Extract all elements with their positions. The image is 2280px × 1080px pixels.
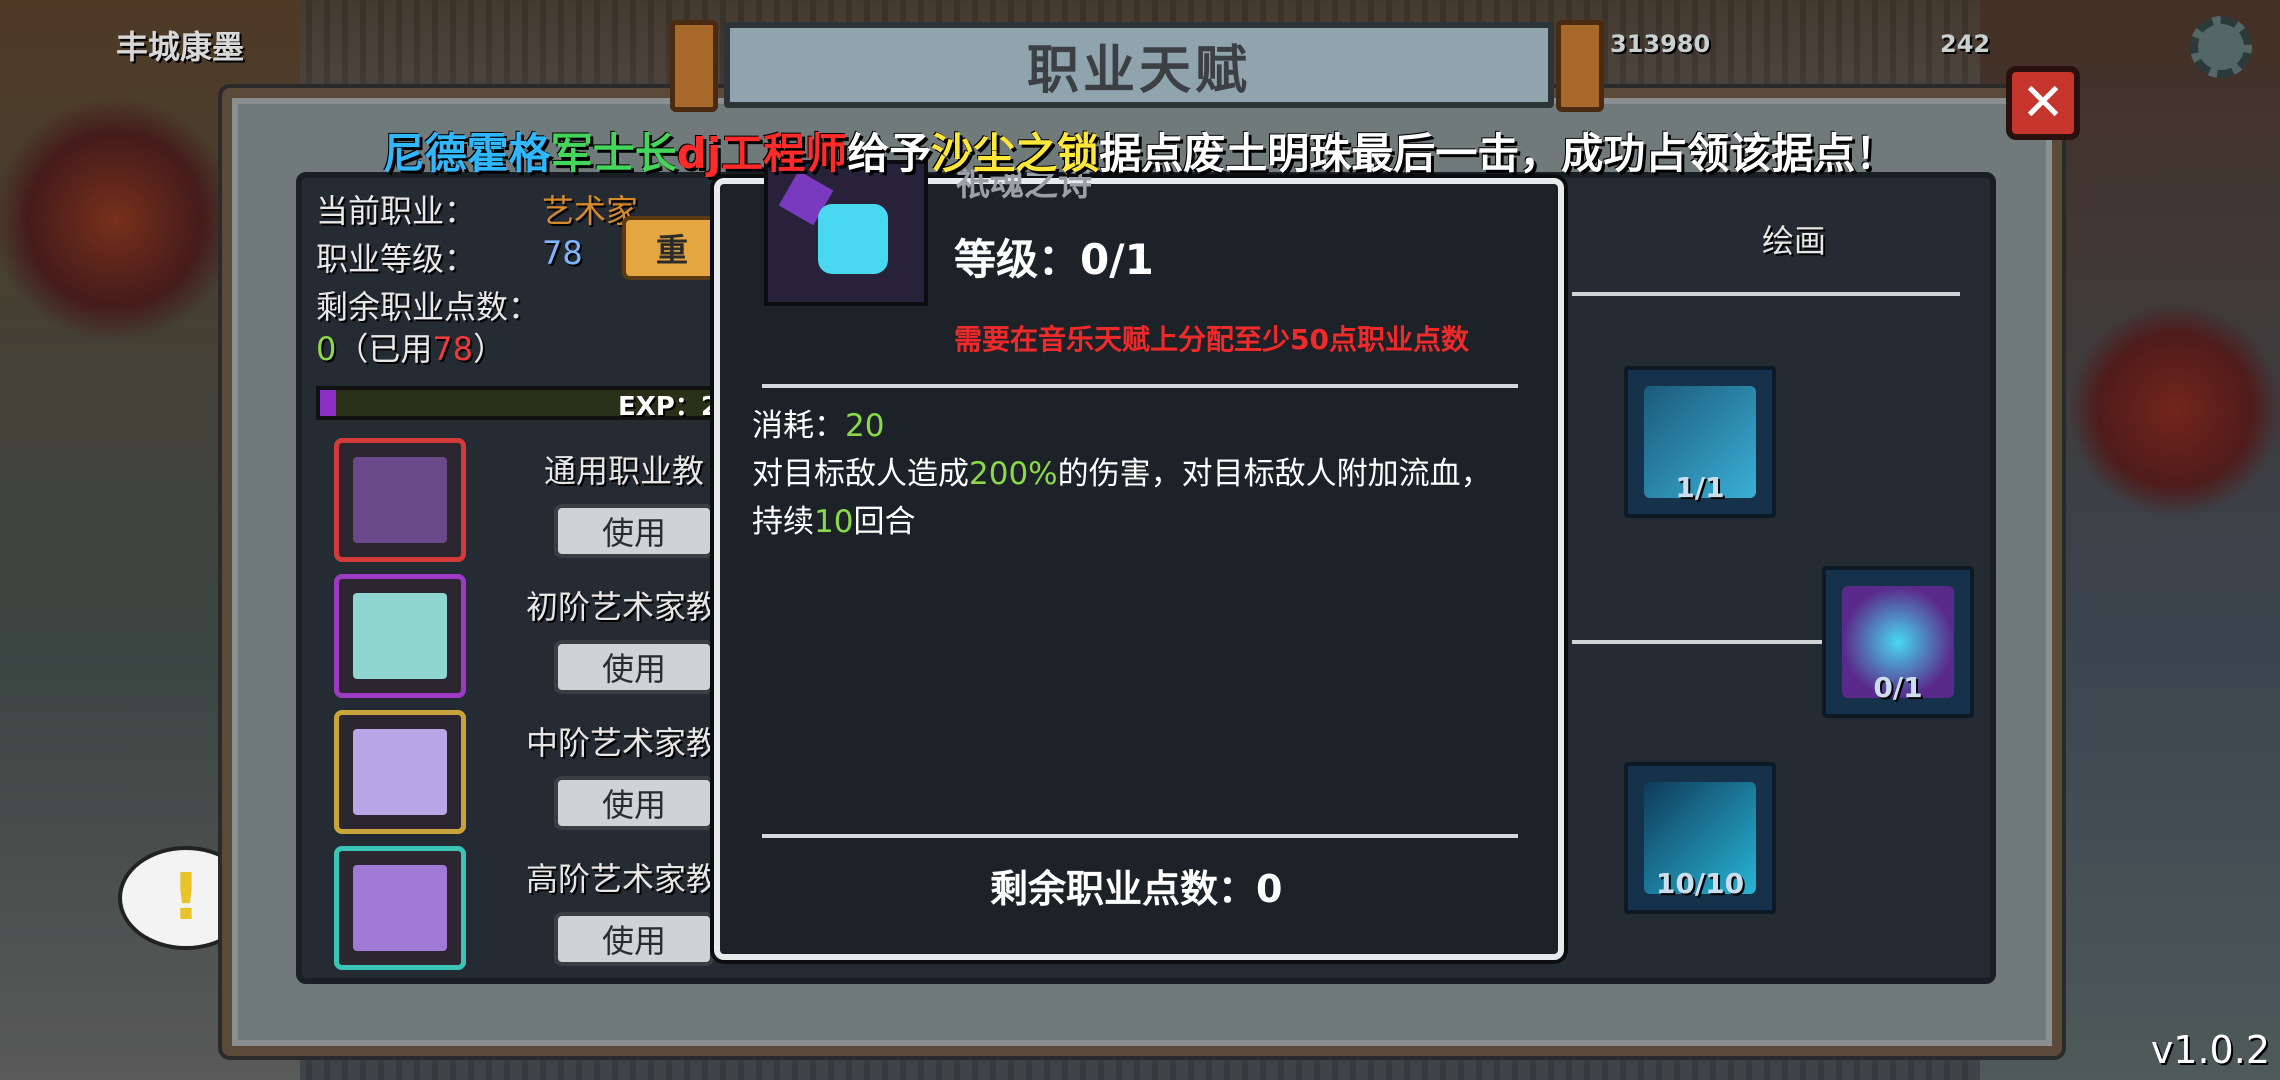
connector-line xyxy=(1572,640,1822,644)
exp-label: EXP：2 xyxy=(618,392,719,422)
item-slot[interactable] xyxy=(334,710,466,834)
broadcast-message: 尼德霍格军士长dj工程师给予沙尘之锁据点废土明珠最后一击，成功占领该据点！ xyxy=(0,120,2280,181)
desc-text: 持续 xyxy=(752,504,814,540)
item-name: 初阶艺术家教 xyxy=(526,588,719,626)
popup-divider-bottom xyxy=(762,834,1518,838)
top-left-label: 丰城康墨 xyxy=(116,28,245,66)
popup-remaining-points: 剩余职业点数：0 xyxy=(990,867,1283,911)
talent-skill-tile[interactable]: 1/1 xyxy=(1624,366,1776,518)
used-points-line: 0（已用78） xyxy=(316,324,505,370)
talent-column-title: 绘画 xyxy=(1762,222,1827,260)
desc-text: 对目标敌人造成 xyxy=(752,456,969,492)
remaining-points-value: 0 xyxy=(316,330,337,368)
skill-description: 对目标敌人造成200%的伤害，对目标敌人附加流血， 持续10回合 xyxy=(752,450,1542,546)
used-prefix: （已用 xyxy=(336,330,433,368)
book-icon xyxy=(353,593,447,679)
desc-turns: 10 xyxy=(814,504,854,540)
remaining-points-label: 剩余职业点数： xyxy=(316,288,541,326)
item-slot[interactable] xyxy=(334,574,466,698)
talent-level-caption: 10/10 xyxy=(1655,867,1745,900)
cost-label: 消耗： xyxy=(752,408,845,444)
item-name: 通用职业教 xyxy=(544,452,705,490)
broadcast-player-name: 尼德霍格 xyxy=(382,129,551,178)
desc-text: 回合 xyxy=(853,504,916,540)
settings-gear-icon[interactable] xyxy=(2190,16,2252,78)
item-name: 中阶艺术家教 xyxy=(526,724,719,762)
window-title: 职业天赋 xyxy=(724,22,1554,108)
resource-counter-2: 242 xyxy=(1940,30,1991,58)
item-slot[interactable] xyxy=(334,846,466,970)
title-post-right xyxy=(1556,20,1604,112)
desc-percent: 200% xyxy=(969,456,1058,492)
broadcast-text: 给予 xyxy=(847,129,932,178)
use-item-button[interactable]: 使用 xyxy=(554,640,714,694)
job-level-value: 78 xyxy=(542,234,583,272)
title-post-left xyxy=(670,20,718,112)
broadcast-text: 据点废土明珠最后一击，成功占领该据点！ xyxy=(1099,129,1898,178)
broadcast-player-rank: 军士长 xyxy=(550,129,677,178)
used-suffix: ） xyxy=(473,330,506,368)
version-label: v1.0.2 xyxy=(2150,1028,2270,1072)
broadcast-guild: 沙尘之锁 xyxy=(931,129,1100,178)
resource-counter: 313980 xyxy=(1610,30,1711,58)
current-job-label: 当前职业： xyxy=(316,192,477,230)
broadcast-player-job: dj工程师 xyxy=(676,129,848,178)
exp-bar-fill xyxy=(320,390,336,416)
use-item-button[interactable]: 使用 xyxy=(554,504,714,558)
book-icon xyxy=(353,865,447,951)
use-item-button[interactable]: 使用 xyxy=(554,912,714,966)
talent-skill-tile[interactable]: 10/10 xyxy=(1624,762,1776,914)
reset-button[interactable]: 重 xyxy=(622,216,722,280)
skill-skull-icon xyxy=(764,160,928,306)
skill-requirement: 需要在音乐天赋上分配至少50点职业点数 xyxy=(954,323,1469,356)
used-points-value: 78 xyxy=(432,330,474,368)
book-icon xyxy=(353,729,447,815)
book-icon xyxy=(353,457,447,543)
talent-skill-tile[interactable]: 0/1 xyxy=(1822,566,1974,718)
talent-level-caption: 1/1 xyxy=(1675,471,1725,504)
item-slot[interactable] xyxy=(334,438,466,562)
cost-value: 20 xyxy=(845,408,885,444)
skill-cost: 消耗：20 xyxy=(752,400,884,445)
divider-line xyxy=(1572,292,1960,296)
skill-level: 等级：0/1 xyxy=(954,235,1154,284)
popup-divider-top xyxy=(762,384,1518,388)
use-item-button[interactable]: 使用 xyxy=(554,776,714,830)
desc-text: 的伤害，对目标敌人附加流血， xyxy=(1057,456,1492,492)
talent-level-caption: 0/1 xyxy=(1873,671,1923,704)
job-level-label: 职业等级： xyxy=(316,240,477,278)
item-name: 高阶艺术家教 xyxy=(526,860,719,898)
